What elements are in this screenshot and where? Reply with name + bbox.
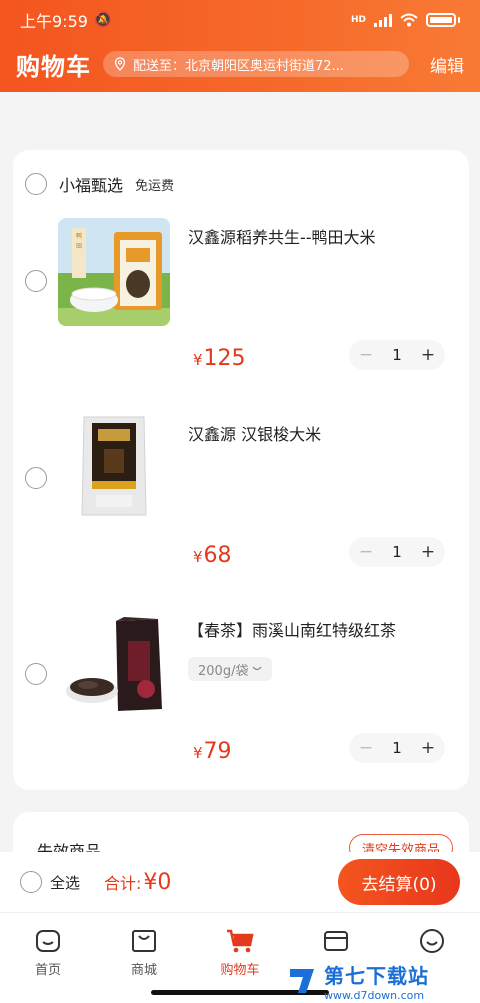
checkout-button[interactable]: 去结算(0) bbox=[338, 859, 460, 905]
increase-button[interactable]: + bbox=[417, 738, 439, 758]
shop-bag-icon bbox=[132, 930, 156, 952]
home-icon bbox=[36, 930, 60, 952]
tab-profile[interactable] bbox=[384, 927, 480, 955]
product-price: ¥79 bbox=[193, 739, 232, 764]
wifi-icon bbox=[400, 13, 418, 27]
wallet-icon bbox=[324, 931, 348, 951]
decrease-button[interactable]: − bbox=[355, 542, 377, 562]
quantity-stepper: − 1 + bbox=[349, 733, 445, 763]
address-text: 配送至：北京朝阳区奥运村街道72... bbox=[133, 58, 344, 74]
cart-item: 鸭 田 汉鑫源稻养共生--鸭田大米 ¥125 − 1 + bbox=[13, 218, 469, 388]
product-price: ¥68 bbox=[193, 543, 232, 568]
edit-button[interactable]: 编辑 bbox=[430, 52, 464, 77]
watermark-title: 第七下载站 bbox=[324, 964, 429, 988]
quantity-stepper: − 1 + bbox=[349, 537, 445, 567]
increase-button[interactable]: + bbox=[417, 542, 439, 562]
invalid-items-card: 失效商品 清空失效商品 bbox=[13, 812, 469, 852]
title-row: 购物车 配送至：北京朝阳区奥运村街道72... 编辑 bbox=[0, 40, 480, 88]
rice-bag-silver-image bbox=[58, 415, 170, 523]
shop-header: 小福甄选 免运费 bbox=[25, 172, 174, 196]
location-pin-icon bbox=[114, 57, 126, 71]
cart-item: 【春茶】雨溪山南红特级红茶 200g/袋 ¥79 − 1 + bbox=[13, 611, 469, 781]
header: 上午9:59 🔕 HD 购物车 配送至：北京朝阳区奥运村街道72... 编辑 bbox=[0, 0, 480, 92]
tab-label: 首页 bbox=[34, 963, 61, 978]
page-title: 购物车 bbox=[16, 52, 91, 81]
quantity-value[interactable]: 1 bbox=[392, 346, 402, 364]
decrease-button[interactable]: − bbox=[355, 345, 377, 365]
mute-icon: 🔕 bbox=[93, 12, 112, 28]
cart-item: 汉鑫源 汉银梭大米 ¥68 − 1 + bbox=[13, 415, 469, 585]
item-select-radio[interactable] bbox=[25, 270, 47, 292]
spec-selector[interactable]: 200g/袋 bbox=[188, 657, 273, 681]
product-title[interactable]: 汉鑫源稻养共生--鸭田大米 bbox=[188, 224, 376, 248]
select-all-radio[interactable] bbox=[20, 871, 42, 893]
clear-invalid-button[interactable]: 清空失效商品 bbox=[348, 834, 453, 852]
spec-label: 200g/袋 bbox=[198, 663, 249, 679]
total-label: 合计: bbox=[104, 874, 142, 893]
quantity-value[interactable]: 1 bbox=[392, 543, 402, 561]
black-tea-bag-image bbox=[58, 611, 170, 719]
product-image[interactable] bbox=[58, 611, 170, 719]
watermark: 第七下载站 www.d7down.com bbox=[286, 962, 476, 1002]
tab-wallet[interactable] bbox=[288, 927, 384, 955]
cart-content[interactable]: 小福甄选 免运费 鸭 田 汉鑫源稻养共生--鸭田大米 ¥125 − 1 + 汉鑫… bbox=[0, 92, 480, 852]
quantity-stepper: − 1 + bbox=[349, 340, 445, 370]
quantity-value[interactable]: 1 bbox=[392, 739, 402, 757]
svg-text:田: 田 bbox=[76, 243, 82, 250]
free-shipping-tag: 免运费 bbox=[135, 178, 175, 194]
status-icons: HD bbox=[351, 13, 460, 27]
item-select-radio[interactable] bbox=[25, 467, 47, 489]
tab-cart[interactable]: 购物车 bbox=[192, 927, 288, 978]
chevron-down-icon bbox=[252, 666, 262, 671]
decrease-button[interactable]: − bbox=[355, 738, 377, 758]
shop-card: 小福甄选 免运费 鸭 田 汉鑫源稻养共生--鸭田大米 ¥125 − 1 + 汉鑫… bbox=[13, 150, 469, 790]
delivery-address[interactable]: 配送至：北京朝阳区奥运村街道72... bbox=[103, 51, 409, 77]
signal-icon bbox=[374, 13, 392, 27]
product-title[interactable]: 汉鑫源 汉银梭大米 bbox=[188, 421, 321, 445]
checkout-bar: 全选 合计: ¥0 去结算(0) bbox=[0, 852, 480, 912]
shop-select-radio[interactable] bbox=[25, 173, 47, 195]
product-image[interactable]: 鸭 田 bbox=[58, 218, 170, 326]
shop-name[interactable]: 小福甄选 bbox=[59, 172, 123, 196]
status-time: 上午9:59 bbox=[20, 12, 88, 31]
network-type: HD bbox=[350, 14, 366, 25]
product-price: ¥125 bbox=[193, 346, 246, 371]
total-value: ¥0 bbox=[143, 869, 172, 895]
invalid-items-title: 失效商品 bbox=[37, 842, 102, 852]
status-bar: 上午9:59 🔕 HD bbox=[0, 0, 480, 40]
item-select-radio[interactable] bbox=[25, 663, 47, 685]
product-image[interactable] bbox=[58, 415, 170, 523]
tab-label: 购物车 bbox=[220, 963, 260, 978]
product-title[interactable]: 【春茶】雨溪山南红特级红茶 bbox=[188, 617, 396, 641]
battery-icon bbox=[426, 13, 456, 27]
watermark-logo-icon bbox=[290, 969, 314, 993]
rice-bag-duck-field-image: 鸭 田 bbox=[58, 218, 170, 326]
tab-label: 商城 bbox=[130, 963, 157, 978]
increase-button[interactable]: + bbox=[417, 345, 439, 365]
tab-home[interactable]: 首页 bbox=[0, 927, 96, 978]
cart-icon bbox=[227, 929, 254, 953]
tab-mall[interactable]: 商城 bbox=[96, 927, 192, 978]
svg-text:鸭: 鸭 bbox=[76, 232, 82, 240]
select-all-label[interactable]: 全选 bbox=[50, 872, 80, 893]
profile-icon bbox=[420, 929, 444, 953]
watermark-url: www.d7down.com bbox=[324, 989, 425, 1002]
